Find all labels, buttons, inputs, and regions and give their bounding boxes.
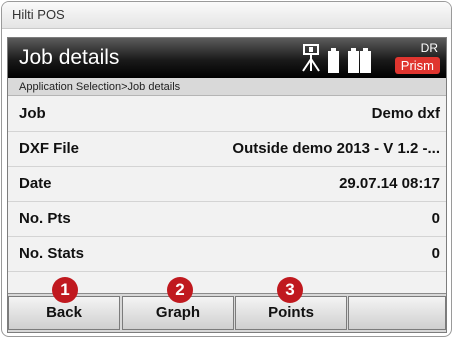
detail-row-no-pts: No. Pts 0 — [8, 202, 446, 237]
row-value: 0 — [431, 210, 440, 227]
callout-marker-3: 3 — [277, 277, 303, 303]
detail-row-dxf-file: DXF File Outside demo 2013 - V 1.2 -... — [8, 132, 446, 167]
detail-row-date: Date 29.07.14 08:17 — [8, 167, 446, 202]
row-value: Outside demo 2013 - V 1.2 -... — [232, 140, 440, 157]
battery-icon — [360, 48, 371, 73]
graph-button[interactable]: 2 Graph — [122, 277, 234, 330]
softkey-bar: 1 Back 2 Graph 3 Points — [8, 277, 446, 332]
battery-icon — [348, 48, 359, 73]
points-button[interactable]: 3 Points — [235, 277, 347, 330]
prism-mode-badge[interactable]: Prism — [394, 57, 440, 74]
app-title: Hilti POS — [12, 7, 65, 22]
row-label: Job — [19, 105, 46, 122]
row-value: 0 — [431, 245, 440, 262]
job-details-list: Job Demo dxf DXF File Outside demo 2013 … — [8, 97, 446, 272]
graph-button-label: Graph — [155, 304, 201, 321]
breadcrumb: Application Selection>Job details — [8, 78, 446, 96]
battery-icon — [328, 48, 339, 73]
row-value: Demo dxf — [371, 105, 440, 122]
back-button[interactable]: 1 Back — [8, 277, 120, 330]
device-screen: Job details DR Prism Application Selecti… — [7, 37, 447, 333]
app-window: Hilti POS Job details DR Prism Applicati… — [1, 1, 452, 337]
back-button-label: Back — [46, 304, 82, 321]
row-value: 29.07.14 08:17 — [339, 175, 440, 192]
total-station-icon — [302, 44, 320, 72]
detail-row-no-stats: No. Stats 0 — [8, 237, 446, 272]
row-label: Date — [19, 175, 52, 192]
empty-softkey[interactable] — [348, 296, 446, 330]
callout-marker-2: 2 — [167, 277, 193, 303]
screen-header: Job details DR Prism — [8, 38, 446, 78]
dr-mode-label: DR — [420, 41, 438, 55]
row-label: No. Stats — [19, 245, 85, 262]
page-title: Job details — [19, 46, 120, 69]
row-label: DXF File — [19, 140, 80, 157]
detail-row-job: Job Demo dxf — [8, 97, 446, 132]
title-bar: Hilti POS — [2, 2, 451, 29]
points-button-label: Points — [268, 304, 314, 321]
callout-marker-1: 1 — [52, 277, 78, 303]
row-label: No. Pts — [19, 210, 71, 227]
